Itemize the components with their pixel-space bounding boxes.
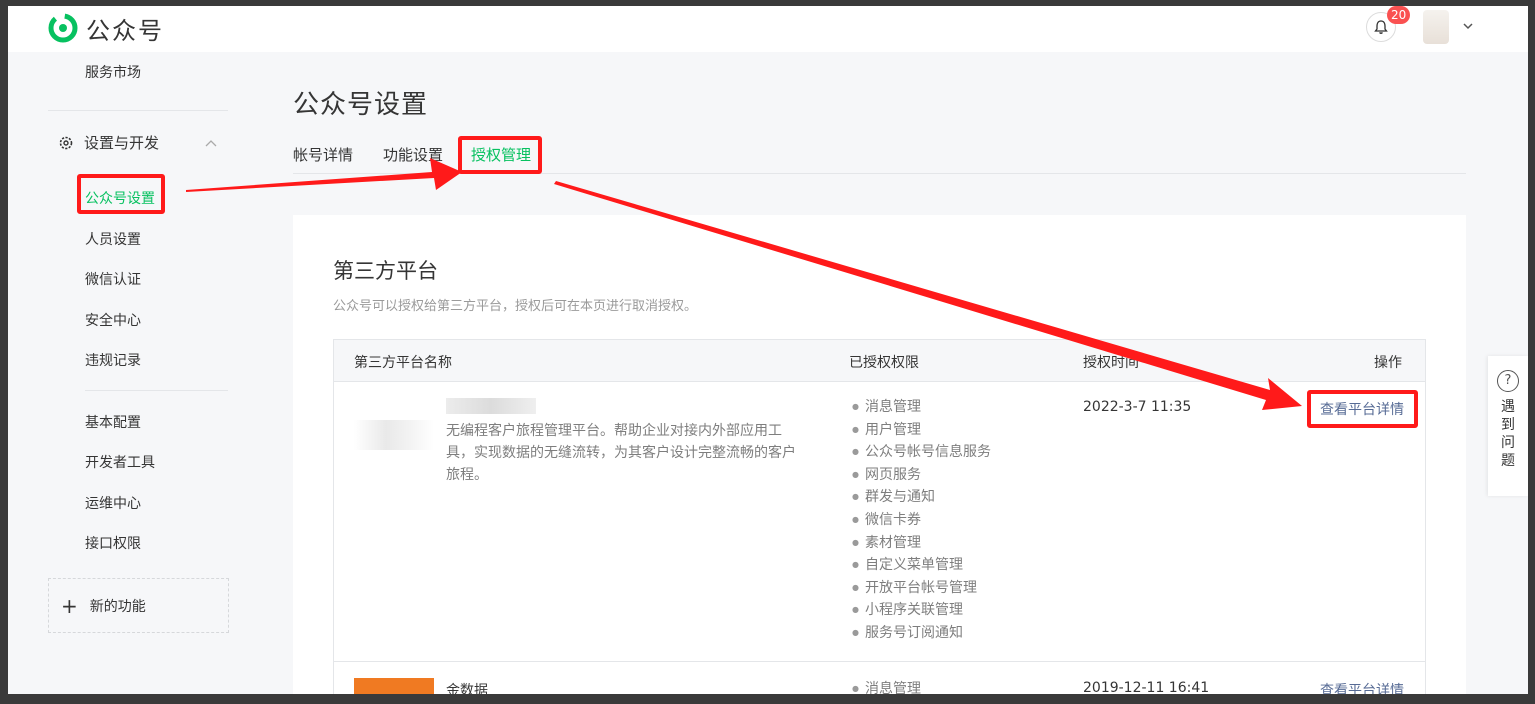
platform-name-blurred [446,398,536,414]
chevron-up-icon[interactable] [204,138,218,148]
question-circle-icon: ? [1497,370,1519,392]
sidebar-divider [48,110,228,111]
header-permissions: 已授权权限 [849,355,919,371]
sidebar-item-api-permissions[interactable]: 接口权限 [85,533,141,553]
permission-item: 微信卡券 [852,509,991,532]
tab-feature-settings[interactable]: 功能设置 [383,144,443,165]
platform-name: 金数据 [446,683,488,694]
sidebar-group-settings-dev[interactable]: 设置与开发 [58,132,159,153]
sidebar-divider [85,390,228,391]
permission-item: 素材管理 [852,532,991,555]
brand-logo[interactable]: 公众号 [48,10,164,46]
permission-item: 群发与通知 [852,486,991,509]
permission-item: 消息管理 [852,678,921,694]
third-party-card: 第三方平台 公众号可以授权给第三方平台，授权后可在本页进行取消授权。 第三方平台… [293,215,1466,694]
sidebar-item-ops-center[interactable]: 运维中心 [85,493,141,513]
top-bar: 公众号 20 [8,6,1528,52]
permission-item: 自定义菜单管理 [852,554,991,577]
sidebar-item-service-market[interactable]: 服务市场 [85,62,141,82]
permission-item: 公众号帐号信息服务 [852,441,991,464]
header-action: 操作 [1374,355,1402,371]
gear-icon [59,136,73,149]
header-platform-name: 第三方平台名称 [354,355,452,371]
brand-name: 公众号 [86,16,164,45]
help-label: 遇到问题 [1501,399,1515,469]
permission-item: 小程序关联管理 [852,599,991,622]
permission-item: 网页服务 [852,464,991,487]
platform-table: 第三方平台名称 已授权权限 授权时间 操作 无编程客户旅程管理平台。帮助企业对接… [333,339,1426,694]
sidebar-item-wechat-verify[interactable]: 微信认证 [85,269,141,289]
section-description: 公众号可以授权给第三方平台，授权后可在本页进行取消授权。 [333,299,698,314]
annotation-box [458,136,542,174]
auth-time: 2022-3-7 11:35 [1083,399,1192,415]
wechat-official-logo-icon [48,13,78,43]
table-row: 无编程客户旅程管理平台。帮助企业对接内外部应用工具，实现数据的无缝流转，为其客户… [334,382,1425,662]
view-platform-details-link[interactable]: 查看平台详情 [1320,680,1404,694]
permission-list: 消息管理 [852,678,921,694]
sidebar-item-dev-tools[interactable]: 开发者工具 [85,452,155,472]
new-feature-button[interactable]: + 新的功能 [48,578,229,633]
avatar[interactable] [1423,10,1449,44]
auth-time: 2019-12-11 16:41 [1083,680,1210,694]
table-header: 第三方平台名称 已授权权限 授权时间 操作 [334,340,1425,382]
permission-item: 服务号订阅通知 [852,622,991,645]
permission-item: 用户管理 [852,419,991,442]
section-title: 第三方平台 [333,259,438,283]
new-feature-label: 新的功能 [89,598,146,615]
permission-list: 消息管理 用户管理 公众号帐号信息服务 网页服务 群发与通知 微信卡券 素材管理… [852,396,991,645]
tab-account-details[interactable]: 帐号详情 [293,144,353,165]
platform-logo [354,678,434,694]
annotation-box [77,174,165,214]
permission-item: 消息管理 [852,396,991,419]
bell-icon [1374,20,1388,34]
sidebar: 服务市场 设置与开发 公众号设置 人员设置 微信认证 安全中心 违规记录 基本配… [8,52,248,694]
page-title: 公众号设置 [293,90,429,120]
notification-badge: 20 [1387,6,1411,24]
chevron-down-icon[interactable] [1460,18,1476,34]
plus-icon: + [61,593,78,618]
help-widget[interactable]: ? 遇到问题 [1488,356,1528,496]
platform-logo [354,420,434,450]
sidebar-item-staff-settings[interactable]: 人员设置 [85,229,141,249]
permission-item: 开放平台帐号管理 [852,577,991,600]
header-auth-time: 授权时间 [1083,355,1139,371]
platform-description: 无编程客户旅程管理平台。帮助企业对接内外部应用工具，实现数据的无缝流转，为其客户… [446,423,796,483]
sidebar-item-basic-config[interactable]: 基本配置 [85,412,141,432]
annotation-box [1307,390,1418,428]
sidebar-item-security-center[interactable]: 安全中心 [85,310,141,330]
sidebar-group-label: 设置与开发 [84,134,160,152]
sidebar-item-violation-records[interactable]: 违规记录 [85,350,141,370]
app-window: 公众号 20 服务市场 设置与开发 公众号设置 人员设置 微信认证 安全中心 违… [8,6,1528,694]
table-row: 金数据 消息管理 2019-12-11 16:41 查看平台详情 [334,662,1425,694]
